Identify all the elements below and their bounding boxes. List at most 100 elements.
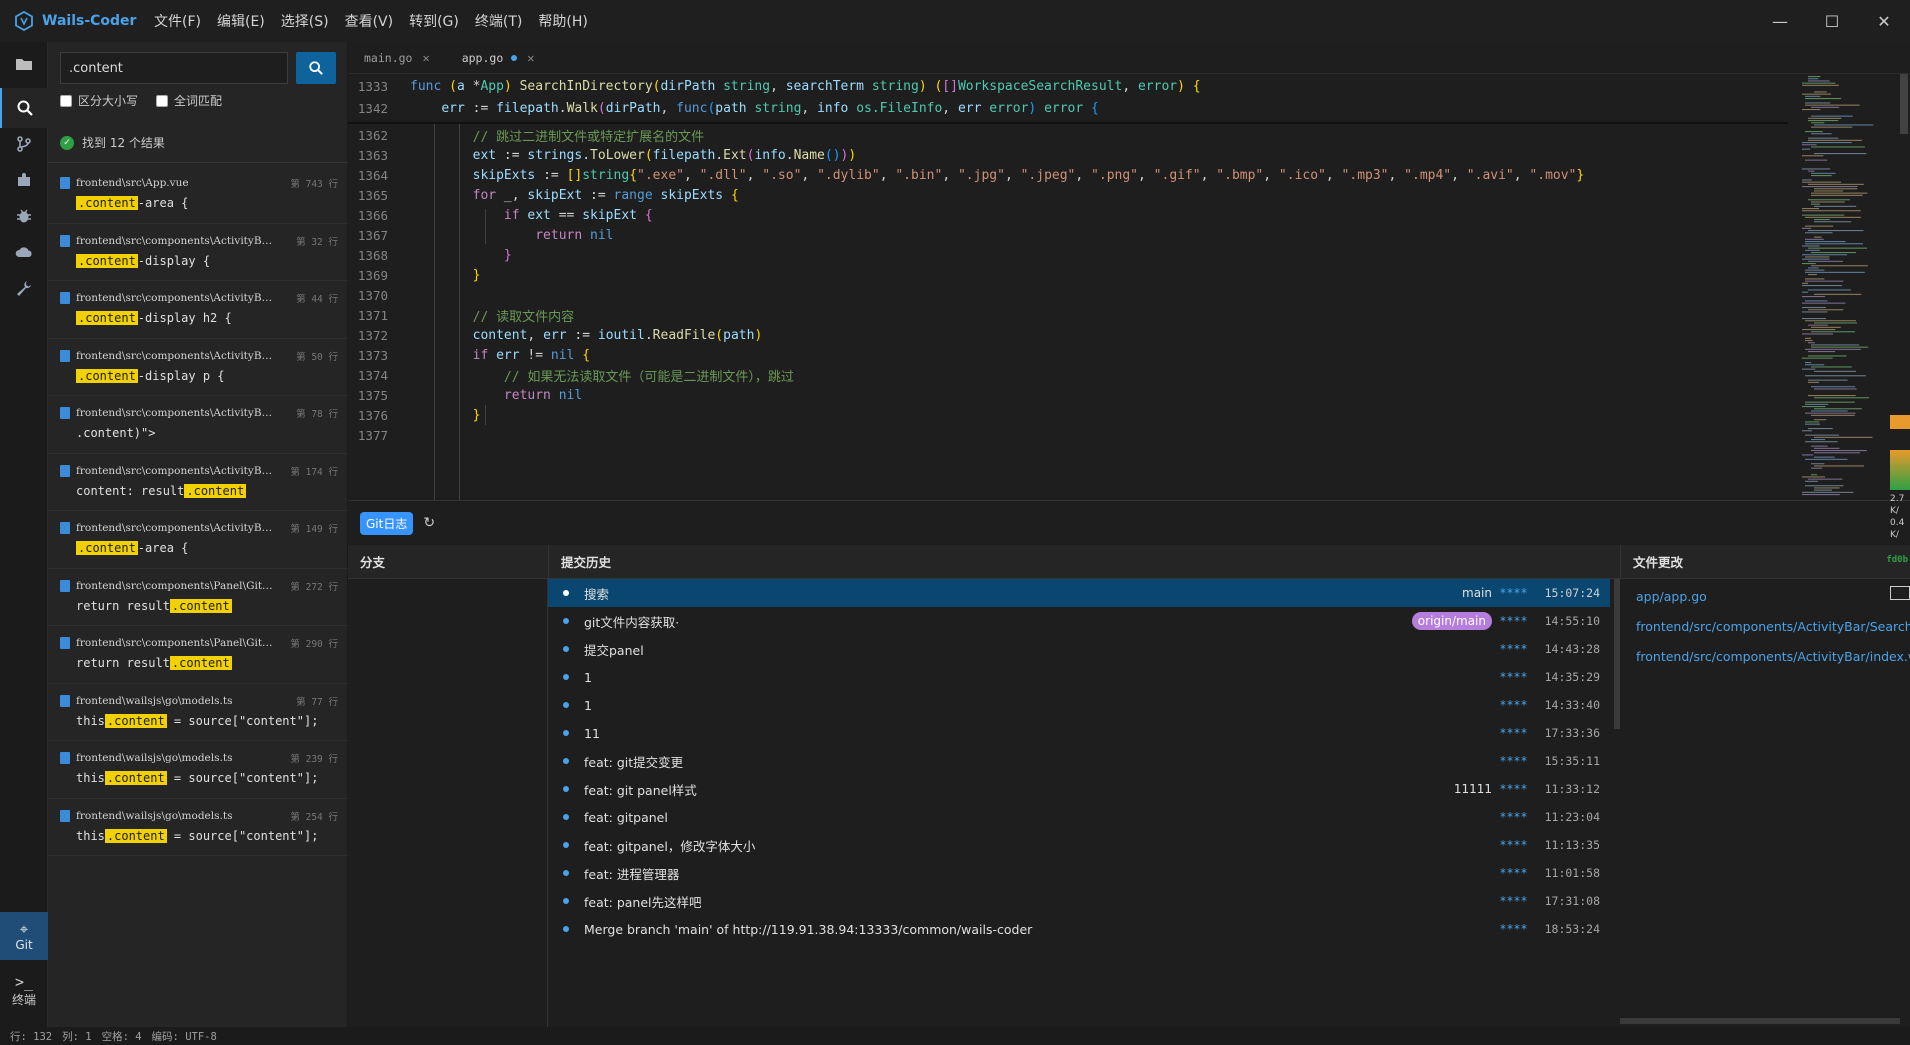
editor-tabs: main.go ✕ app.go ✕ [348,42,1910,74]
changed-file[interactable]: frontend/src/components/ActivityBar/Sear… [1620,611,1910,641]
minimize-button[interactable]: — [1754,0,1806,42]
changed-file[interactable]: frontend/src/components/ActivityBar/inde… [1620,641,1910,671]
menu-help[interactable]: 帮助(H) [530,11,595,31]
search-result-item[interactable]: frontend\src\App.vue 第 743 行 .content -area… [48,166,348,224]
commit-row[interactable]: Merge branch 'main' of http://119.91.38.… [548,915,1610,943]
commit-row[interactable]: feat: git提交变更 **** 15:35:11 [548,747,1610,775]
search-button[interactable] [296,52,336,84]
menu-selection[interactable]: 选择(S) [273,11,337,31]
notification-icon[interactable] [1890,415,1910,429]
search-input[interactable] [60,52,288,84]
search-result-item[interactable]: frontend\src\components\ActivityBar\… 第 4… [48,281,348,339]
net-up-value: 2.7 [1890,494,1905,504]
search-result-item[interactable]: frontend\src\components\Panel\GitPanel… 第… [48,569,348,626]
close-icon[interactable]: ✕ [527,51,534,65]
explorer-button[interactable] [0,44,48,84]
minimap-line [1805,225,1834,227]
commit-row[interactable]: feat: panel先这样吧 **** 17:31:08 [548,887,1610,915]
minimap-line [1808,120,1839,122]
menu-edit[interactable]: 编辑(E) [209,11,273,31]
close-window-button[interactable]: ✕ [1858,0,1910,42]
snippet-after: -display { [137,253,211,268]
changed-file[interactable]: app/app.go [1620,581,1910,611]
search-result-item[interactable]: frontend\src\components\ActivityBar\… 第 1… [48,511,348,569]
minimap-line [1814,452,1860,454]
files-header-label: 文件更改 [1633,555,1684,570]
menu-file[interactable]: 文件(F) [146,11,209,31]
snippet-after: -area { [137,196,189,210]
debug-button[interactable] [0,196,48,236]
commit-row[interactable]: 1 **** 14:33:40 [548,691,1610,719]
refresh-icon[interactable]: ↻ [423,515,435,531]
git-log-tab[interactable]: Git日志 [360,511,414,535]
minimap-line [1802,282,1809,284]
commit-row[interactable]: 11 **** 17:33:36 [548,719,1610,747]
menu-terminal[interactable]: 终端(T) [467,11,530,31]
tab-app-go[interactable]: app.go ✕ [445,42,551,73]
status-column[interactable]: 列: 1 [62,1029,91,1044]
minimap-line [1811,414,1855,416]
commit-dot-icon [563,730,569,736]
minimap-line [1808,428,1833,430]
tab-label: main.go [364,50,413,65]
tab-main-go[interactable]: main.go ✕ [348,42,446,73]
minimap-line [1808,230,1864,232]
commit-hash-hint: fd0b [1886,555,1908,565]
menu-view[interactable]: 查看(V) [337,11,402,31]
search-result-item[interactable]: frontend\wailsjs\go\models.ts 第 77 行 this.… [48,684,348,741]
minimap-line [1808,381,1820,383]
file-icon [60,234,70,247]
files-horizontal-scrollbar[interactable] [1620,1018,1900,1024]
commit-row[interactable]: feat: gitpanel **** 11:23:04 [548,803,1610,831]
commit-time: 14:33:40 [1544,698,1600,712]
minimap-line [1805,364,1825,366]
file-icon [60,522,70,534]
search-result-item[interactable]: frontend\src\components\ActivityBar\… 第 5… [48,339,348,396]
extensions-button[interactable] [0,160,48,200]
image-icon[interactable] [1890,586,1910,600]
terminal-activity-button[interactable]: >_ 终端 [0,962,48,1018]
commit-row[interactable]: feat: git panel样式 11111 **** 11:33:12 [548,775,1610,803]
commit-row[interactable]: 1 **** 14:35:29 [548,663,1610,691]
menu-goto[interactable]: 转到(G) [401,11,467,31]
search-result-item[interactable]: frontend\src\components\Panel\GitPanel… 第… [48,626,348,684]
case-sensitive-option[interactable]: 区分大小写 [60,92,138,109]
snippet-match: .content [76,196,138,210]
commit-row[interactable]: feat: gitpanel，修改字体大小 **** 11:13:35 [548,831,1610,859]
search-result-item[interactable]: frontend\wailsjs\go\models.ts 第 239 行 this… [48,741,348,799]
tools-button[interactable] [0,268,48,308]
line-number: 1373 [357,347,388,363]
search-result-item[interactable]: frontend\src\components\ActivityBar\… 第 3… [48,224,348,281]
whole-word-option[interactable]: 全词匹配 [156,92,222,109]
commit-row[interactable]: 搜索 main **** 15:07:24 [548,579,1610,607]
close-icon[interactable]: ✕ [422,51,429,65]
code-editor[interactable]: 1333 func (a * App) SearchInDirectory(dirP… [348,74,1910,500]
minimap-line [1802,254,1847,256]
case-sensitive-checkbox[interactable] [60,94,72,107]
search-view-button[interactable] [0,88,48,128]
status-encoding[interactable]: 编码: UTF-8 [152,1029,217,1044]
source-control-button[interactable] [0,124,48,164]
maximize-button[interactable]: ☐ [1806,0,1858,42]
whole-word-checkbox[interactable] [156,94,169,107]
minimap-line [1811,201,1845,203]
result-file-path: frontend\src\components\ActivityBar\… [76,407,276,419]
search-result-item[interactable]: frontend\src\components\ActivityBar\… 第 1… [48,454,348,511]
editor-scrollbar[interactable] [1900,74,1908,134]
minimap-line [1805,412,1856,414]
minimap-line [1814,124,1874,126]
commit-row[interactable]: 提交panel **** 14:43:28 [548,635,1610,663]
search-result-item[interactable]: frontend\wailsjs\go\models.ts 第 254 行 this… [48,799,348,856]
cloud-button[interactable] [0,232,48,272]
search-result-item[interactable]: frontend\src\components\ActivityBar\… 第 7… [48,396,348,454]
cloud-icon [15,247,32,257]
minimap[interactable] [1798,74,1910,500]
git-activity-button[interactable]: ⌖ Git [0,912,48,960]
commit-row[interactable]: git文件内容获取· origin/main **** 14:55:10 [548,607,1610,635]
minimap-line [1802,476,1826,478]
commit-time: 17:31:08 [1544,894,1600,908]
commit-row[interactable]: feat: 进程管理器 **** 11:01:58 [548,859,1610,887]
minimap-line [1805,102,1831,104]
status-line[interactable]: 行: 132 [10,1029,52,1044]
status-spaces[interactable]: 空格: 4 [102,1029,142,1044]
